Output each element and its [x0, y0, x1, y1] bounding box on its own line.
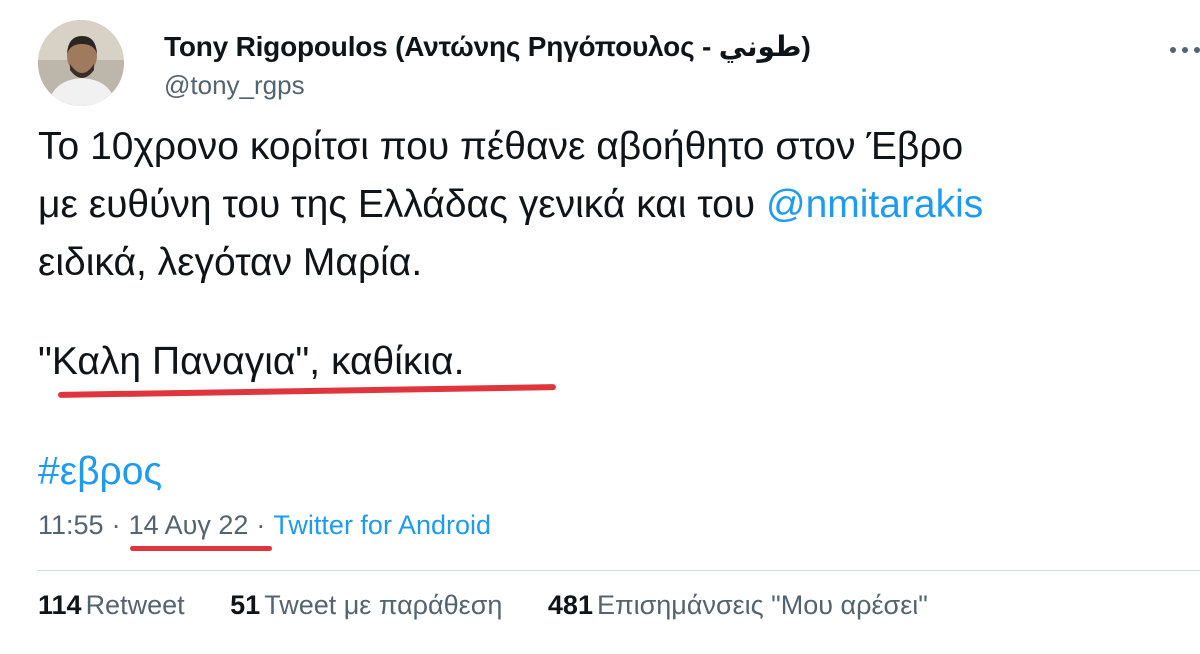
separator-dot: ·	[111, 510, 121, 540]
more-dot	[1194, 47, 1200, 53]
more-dot	[1170, 47, 1176, 53]
tweet-meta: 11:55 · 14 Αυγ 22 · Twitter for Android	[38, 510, 491, 541]
tweet-date[interactable]: 14 Αυγ 22	[129, 510, 249, 540]
tweet-text: Το 10χρονο κορίτσι που πέθανε αβοήθητο σ…	[38, 118, 1188, 292]
tweet-line-1: Το 10χρονο κορίτσι που πέθανε αβοήθητο σ…	[38, 125, 964, 168]
date-underline-annotation	[130, 546, 272, 551]
hashtag-link[interactable]: #εβρος	[38, 447, 162, 497]
quote-tweets-label: Tweet με παράθεση	[264, 590, 503, 620]
separator-dot: ·	[256, 510, 266, 540]
more-options-icon[interactable]	[1170, 38, 1200, 62]
tweet-time[interactable]: 11:55	[38, 510, 104, 540]
tweet-line-2: με ευθύνη του της Ελλάδας γενικά και του…	[38, 176, 1188, 234]
quote-tweets-stat[interactable]: 51 Tweet με παράθεση	[230, 590, 502, 620]
mention-link[interactable]: @nmitarakis	[766, 183, 983, 226]
avatar[interactable]	[38, 20, 124, 106]
tweet-quote-line: "Καλη Παναγια", καθίκια.	[38, 340, 465, 383]
avatar-photo	[38, 20, 124, 106]
retweets-label: Retweet	[85, 590, 185, 620]
tweet-line-2-text: με ευθύνη του της Ελλάδας γενικά και του	[38, 183, 766, 226]
user-handle[interactable]: @tony_rgps	[164, 70, 305, 101]
more-dot	[1182, 47, 1188, 53]
hashtag-text[interactable]: #εβρος	[38, 450, 162, 493]
display-name[interactable]: Tony Rigopoulos (Αντώνης Ρηγόπουλος - طو…	[164, 30, 811, 63]
retweets-count: 114	[38, 590, 82, 620]
tweet-line-3: ειδικά, λεγόταν Μαρία.	[38, 241, 423, 284]
likes-label: Επισημάνσεις "Μου αρέσει"	[596, 590, 928, 620]
likes-stat[interactable]: 481 Επισημάνσεις "Μου αρέσει"	[548, 590, 928, 620]
tweet-source-link[interactable]: Twitter for Android	[273, 510, 491, 540]
quote-tweets-count: 51	[230, 590, 261, 620]
divider	[38, 570, 1200, 571]
tweet-stats: 114 Retweet 51 Tweet με παράθεση 481 Επισημ…	[38, 590, 966, 621]
likes-count: 481	[547, 590, 593, 620]
retweets-stat[interactable]: 114 Retweet	[38, 590, 185, 620]
